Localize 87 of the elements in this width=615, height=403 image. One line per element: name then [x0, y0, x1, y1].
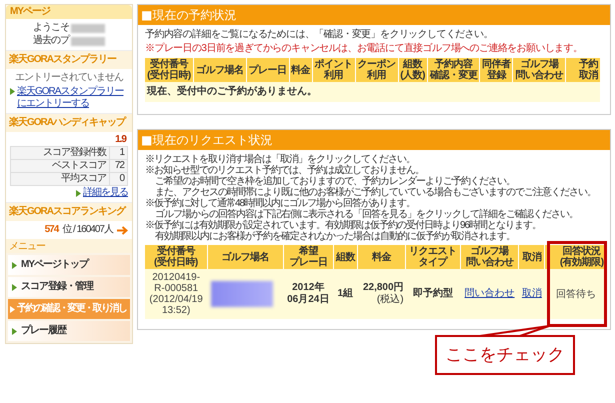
entry-link[interactable]: 楽天GORAスタンプラリーにエントリーする — [17, 86, 128, 110]
sidebar-title: MYページ — [6, 5, 132, 19]
header-text: 利用 — [322, 70, 344, 81]
menu-item[interactable]: プレー履歴 — [8, 321, 130, 341]
stat-value: 1 — [110, 146, 128, 160]
header-text: 確認・変更 — [428, 70, 478, 81]
stat-label: ベストスコア — [10, 160, 110, 172]
note-text: 有効期限以内にお客様が予約を確定されなかった場合は自動的に仮予約が取消されます。 — [154, 231, 516, 242]
arrow-icon[interactable] — [117, 226, 128, 234]
header-text: 回答状況 — [562, 246, 602, 257]
menu-item[interactable]: MYページトップ — [8, 255, 130, 275]
menu-item[interactable]: スコア登録・管理 — [8, 277, 130, 297]
table-cell: 2012年 06月24日 — [283, 269, 334, 319]
price-text: 22,800円 — [362, 282, 404, 294]
tax-note: (税込) — [376, 294, 404, 306]
note-text: ※お知らせ型でのリクエスト予約では、予約は成立しておりません。 — [145, 165, 425, 176]
header-text: (有効期限) — [558, 257, 605, 268]
triangle-icon — [12, 262, 17, 268]
callout-text: ここをチェック — [435, 335, 575, 375]
header-text: ゴルフ場名 — [195, 64, 245, 76]
blurred-name-placeholder — [211, 281, 274, 307]
section-heading: 楽天GORAスタンプラリー — [6, 50, 132, 69]
note-text: また、アクセスの時間帯により既に他のお客様がご予約していている場合もございますのでご注意ください。 — [154, 187, 597, 198]
triangle-icon — [76, 190, 81, 196]
header-text: リクエスト — [408, 246, 458, 257]
header-text: 組数 — [334, 252, 356, 262]
header-text: 問い合わせ — [514, 70, 564, 81]
note-text: ゴルフ場からの回答内容は下記右側に表示される「回答を見る」をクリックして詳細をご確認ください。 — [154, 209, 579, 220]
table-link[interactable]: 問い合わせ — [464, 288, 515, 299]
header-text: 希望 — [298, 246, 320, 257]
welcome-text: ようこそ — [33, 22, 69, 34]
blurred-text-placeholder — [71, 36, 105, 46]
note-text: ※仮予約には有効期限が設定されています。有効期限は仮予約の受付日時より96時間となります。 — [145, 220, 542, 231]
empty-message: 現在、受付中のご予約がありません。 — [145, 82, 600, 102]
header-text: 取消 — [521, 252, 542, 262]
table-cell: 即予約型 — [406, 269, 460, 319]
triangle-icon — [10, 306, 15, 312]
header-text: ポイント — [314, 59, 354, 70]
header-text: 同伴者 — [481, 59, 512, 70]
header-text: プレー日 — [288, 257, 328, 268]
ranking-text: 位 / 160407人 — [62, 224, 113, 236]
panel-title: ■現在のリクエスト状況 — [138, 130, 610, 150]
note-text: ※リクエストを取り消す場合は「取消」をクリックしてください。 — [145, 154, 416, 165]
status-text: エントリーされていません — [14, 72, 124, 84]
table-cell: 1組 — [333, 269, 358, 319]
header-text: ゴルフ場 — [470, 246, 510, 257]
header-text: ゴルフ場 — [520, 59, 560, 70]
rank-number: 574 — [44, 224, 58, 236]
menu-heading: メニュー — [6, 239, 132, 253]
header-text: 料金 — [290, 64, 311, 76]
header-text: (人数) — [400, 70, 426, 81]
triangle-icon — [12, 328, 17, 334]
table-cell: 20120419- R-000581 (2012/04/19 13:52) — [145, 269, 208, 319]
note-text: 予約内容の詳細をご覧になるためには、「確認・変更」をクリックしてください。 — [145, 29, 494, 41]
header-text: 組数 — [402, 59, 422, 70]
header-text: (受付日時) — [153, 257, 199, 268]
table-link[interactable]: 取消 — [522, 288, 542, 299]
details-link[interactable]: 詳細を見る — [83, 187, 128, 199]
header-text: (受付日時) — [146, 70, 192, 81]
note-text: ※仮予約に対して通常48時間以内にゴルフ場から回答があります。 — [145, 198, 416, 209]
header-text: 受付番号 — [156, 246, 196, 257]
header-text: 予約 — [579, 59, 599, 70]
header-text: 予約内容 — [434, 59, 474, 70]
blurred-text-placeholder — [71, 24, 105, 32]
header-text: 取消 — [578, 70, 599, 81]
welcome-text: 過去のプ — [33, 35, 69, 47]
header-text: ゴルフ場名 — [220, 252, 270, 262]
header-text: 利用 — [366, 70, 388, 81]
note-text: ご希望のお時間で空き枠を追加しておりますので、予約カレンダーよりご予約ください。 — [154, 176, 516, 187]
stat-value: 0 — [110, 172, 128, 186]
triangle-icon — [10, 88, 15, 95]
header-text: 登録 — [486, 70, 508, 81]
section-heading: 楽天GORAスコアランキング — [6, 202, 132, 221]
panel-title: ■現在の予約状況 — [138, 5, 610, 25]
stat-label: スコア登録件数 — [10, 146, 110, 160]
stat-label: 平均スコア — [10, 172, 110, 186]
triangle-icon — [12, 284, 17, 290]
warning-text: ※プレー日の3日前を過ぎてからのキャンセルは、お電話にて直接ゴルフ場へのご連絡をお願いします。 — [145, 43, 584, 55]
header-text: タイプ — [418, 257, 449, 268]
header-text: 料金 — [370, 252, 392, 262]
header-text: クーポン — [356, 59, 397, 70]
header-text: 受付番号 — [150, 59, 190, 70]
stat-value: 72 — [110, 160, 128, 172]
handicap-value: 1.9 — [114, 134, 128, 146]
section-heading: 楽天GORAハンディキャップ — [6, 113, 132, 132]
header-text: プレー日 — [248, 64, 288, 76]
header-text: 問い合わせ — [464, 257, 515, 268]
